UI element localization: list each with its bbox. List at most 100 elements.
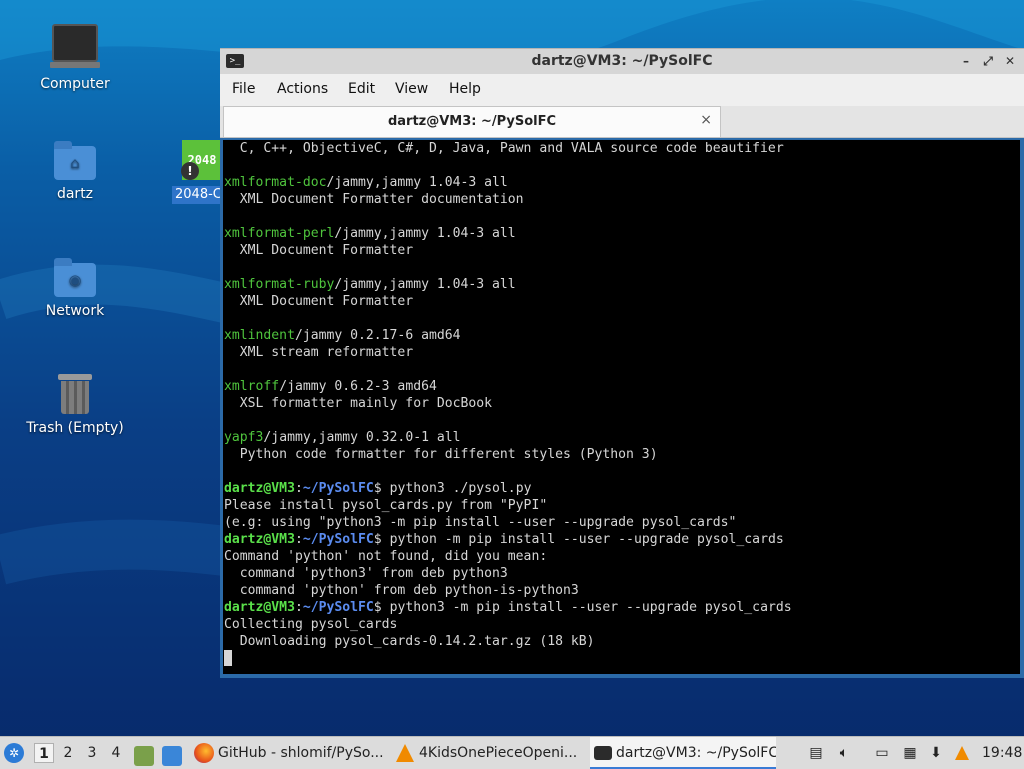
window-titlebar[interactable]: >_ dartz@VM3: ~/PySolFC – ⤢ ✕ <box>220 48 1024 75</box>
package-details: /jammy,jammy 1.04-3 all <box>326 175 508 190</box>
desktop-icon-computer[interactable]: Computer <box>20 24 130 92</box>
window-title: dartz@VM3: ~/PySolFC <box>531 53 713 69</box>
task-vlc[interactable]: 4KidsOnePieceOpeni... <box>396 737 582 769</box>
desktop-icon-network[interactable]: ◉ Network <box>20 258 130 319</box>
prompt-separator: : <box>294 600 303 615</box>
terminal-line: (e.g: using "python3 -m pip install --us… <box>224 514 1020 531</box>
package-details: /jammy,jammy 1.04-3 all <box>334 226 516 241</box>
workspace-2[interactable]: 2 <box>58 743 78 763</box>
desktop-icon-label: Trash (Empty) <box>26 420 124 436</box>
package-details: /jammy,jammy 1.04-3 all <box>334 277 516 292</box>
clipboard-icon[interactable]: ▦ <box>902 745 918 761</box>
package-name: yapf3 <box>224 430 264 445</box>
desktop-icon-label: dartz <box>56 186 94 202</box>
menu-view[interactable]: View <box>395 81 428 97</box>
volume-icon[interactable]: 🔈︎ <box>836 745 852 761</box>
terminal-window: >_ dartz@VM3: ~/PySolFC – ⤢ ✕ File Actio… <box>220 48 1024 678</box>
desktop-icon <box>162 746 182 766</box>
terminal-text: XSL formatter mainly for DocBook <box>224 396 493 411</box>
terminal-line: dartz@VM3:~/PySolFC$ python -m pip insta… <box>224 531 1020 548</box>
terminal-line: XML Document Formatter <box>224 293 1020 310</box>
file-manager-icon <box>134 746 154 766</box>
firefox-icon <box>194 743 214 763</box>
desktop-icon-home[interactable]: ⌂ dartz <box>20 141 130 202</box>
terminal-line: xmlformat-ruby/jammy,jammy 1.04-3 all <box>224 276 1020 293</box>
minimize-icon[interactable]: – <box>958 53 974 69</box>
terminal-line: command 'python' from deb python-is-pyth… <box>224 582 1020 599</box>
terminal-output[interactable]: C, C++, ObjectiveC, C#, D, Java, Pawn an… <box>223 140 1020 674</box>
terminal-line: XML Document Formatter <box>224 242 1020 259</box>
file-manager-launcher[interactable] <box>134 737 156 769</box>
computer-icon <box>50 24 100 68</box>
terminal-line: Downloading pysol_cards-0.14.2.tar.gz (1… <box>224 633 1020 650</box>
terminal-line: C, C++, ObjectiveC, C#, D, Java, Pawn an… <box>224 140 1020 157</box>
prompt-path: ~/PySolFC <box>302 481 374 496</box>
start-menu-button[interactable]: ✲ <box>4 737 28 769</box>
tab-close-icon[interactable]: × <box>700 112 712 128</box>
tab-terminal[interactable]: dartz@VM3: ~/PySolFC × <box>223 106 721 137</box>
terminal-text: C, C++, ObjectiveC, C#, D, Java, Pawn an… <box>224 141 784 156</box>
prompt-path: ~/PySolFC <box>302 600 374 615</box>
trash-icon <box>58 374 92 414</box>
home-folder-icon: ⌂ <box>54 141 96 180</box>
desktop-icon-trash[interactable]: Trash (Empty) <box>20 374 130 436</box>
menu-file[interactable]: File <box>232 81 255 97</box>
network-folder-icon: ◉ <box>54 258 96 297</box>
update-notifier-icon[interactable]: ⬇ <box>928 745 944 761</box>
terminal-icon <box>594 746 612 760</box>
terminal-line: dartz@VM3:~/PySolFC$ python3 -m pip inst… <box>224 599 1020 616</box>
terminal-line: xmlindent/jammy 0.2.17-6 amd64 <box>224 327 1020 344</box>
terminal-line: XML stream reformatter <box>224 344 1020 361</box>
prompt-command: $ python -m pip install --user --upgrade… <box>373 532 784 547</box>
terminal-text: Collecting pysol_cards <box>224 617 398 632</box>
package-details: /jammy 0.6.2-3 amd64 <box>279 379 437 394</box>
terminal-text: Command 'python' not found, did you mean… <box>224 549 548 564</box>
terminal-line: XML Document Formatter documentation <box>224 191 1020 208</box>
terminal-text: XML Document Formatter documentation <box>224 192 524 207</box>
task-terminal[interactable]: dartz@VM3: ~/PySolFC <box>590 737 776 769</box>
vlc-icon <box>396 744 414 762</box>
terminal-line: XSL formatter mainly for DocBook <box>224 395 1020 412</box>
keyboard-layout-icon[interactable]: ▤ <box>808 745 824 761</box>
terminal-text: (e.g: using "python3 -m pip install --us… <box>224 515 737 530</box>
terminal-line: Python code formatter for different styl… <box>224 446 1020 463</box>
menu-actions[interactable]: Actions <box>277 81 328 97</box>
menu-help[interactable]: Help <box>449 81 481 97</box>
lubuntu-logo-icon: ✲ <box>4 743 24 763</box>
task-firefox[interactable]: GitHub - shlomif/PySo... <box>194 737 386 769</box>
package-details: /jammy,jammy 0.32.0-1 all <box>263 430 461 445</box>
close-icon[interactable]: ✕ <box>1002 53 1018 69</box>
prompt-path: ~/PySolFC <box>302 532 374 547</box>
taskbar: ✲ 1 2 3 4 GitHub - shlomif/PySo... 4Kids… <box>0 736 1024 769</box>
terminal-lines: C, C++, ObjectiveC, C#, D, Java, Pawn an… <box>223 140 1020 667</box>
terminal-text: XML Document Formatter <box>224 243 414 258</box>
menu-edit[interactable]: Edit <box>348 81 375 97</box>
prompt-user: dartz@VM3 <box>224 481 295 496</box>
package-name: xmlformat-perl <box>224 226 335 241</box>
terminal-text: Please install pysol_cards.py from "PyPI… <box>224 498 548 513</box>
task-label: dartz@VM3: ~/PySolFC <box>616 745 776 761</box>
terminal-line: dartz@VM3:~/PySolFC$ python3 ./pysol.py <box>224 480 1020 497</box>
workspace-3[interactable]: 3 <box>82 743 102 763</box>
task-label: GitHub - shlomif/PySo... <box>218 745 384 761</box>
terminal-line: xmlformat-perl/jammy,jammy 1.04-3 all <box>224 225 1020 242</box>
terminal-line <box>224 650 1020 667</box>
package-details: /jammy 0.2.17-6 amd64 <box>294 328 461 343</box>
maximize-icon[interactable]: ⤢ <box>980 53 996 69</box>
workspace-4[interactable]: 4 <box>106 743 126 763</box>
terminal-line: yapf3/jammy,jammy 0.32.0-1 all <box>224 429 1020 446</box>
clock[interactable]: 19:48 <box>982 737 1022 769</box>
vlc-tray-icon[interactable] <box>954 745 970 761</box>
terminal-line: Collecting pysol_cards <box>224 616 1020 633</box>
show-desktop-launcher[interactable] <box>162 737 184 769</box>
desktop-icon-label[interactable]: 2048-C <box>172 186 222 204</box>
network-tray-icon[interactable]: ▭ <box>874 745 890 761</box>
prompt-user: dartz@VM3 <box>224 532 295 547</box>
text-cursor <box>224 650 232 666</box>
desktop-icon-label: Computer <box>40 76 110 92</box>
workspace-1[interactable]: 1 <box>34 743 54 763</box>
warning-icon: ! <box>181 162 199 180</box>
